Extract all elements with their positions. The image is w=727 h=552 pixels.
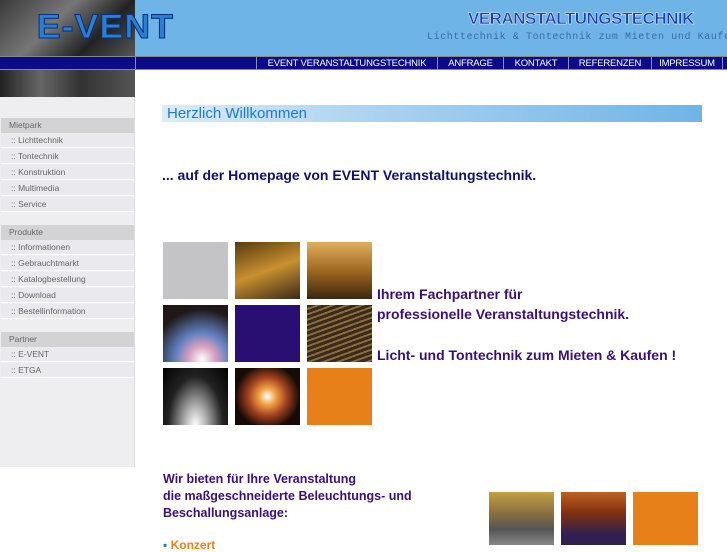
- list-item-konzert[interactable]: ▪ Konzert: [163, 538, 215, 552]
- sidebar: Mietpark :: Lichttechnik :: Tontechnik :…: [0, 97, 135, 467]
- tile-gray: [163, 242, 228, 299]
- nav-event[interactable]: EVENT VERANSTALTUNGSTECHNIK: [257, 57, 437, 70]
- tile-photo-studio: [307, 242, 372, 299]
- sidebar-item-download[interactable]: :: Download: [1, 288, 134, 303]
- welcome-heading: Herzlich Willkommen: [162, 105, 702, 122]
- tile-photo-spotlight: [163, 368, 228, 425]
- sidebar-item-e-vent[interactable]: :: E-VENT: [1, 347, 134, 362]
- sidebar-item-lichttechnik[interactable]: :: Lichttechnik: [1, 133, 134, 148]
- tile-orange: [307, 368, 372, 425]
- sidebar-item-multimedia[interactable]: :: Multimedia: [1, 181, 134, 196]
- bullet-icon: ▪: [163, 538, 171, 552]
- sidebar-item-tontechnik[interactable]: :: Tontechnik: [1, 149, 134, 164]
- tile-purple: [235, 305, 300, 362]
- partner-line-1: Ihrem Fachpartner für: [377, 286, 523, 302]
- photo-concert-stage: [489, 492, 554, 545]
- partner-line-2: professionelle Veranstaltungstechnik.: [377, 306, 630, 322]
- sidebar-item-gebrauchtmarkt[interactable]: :: Gebrauchtmarkt: [1, 256, 134, 271]
- sidebar-item-service[interactable]: :: Service: [1, 197, 134, 212]
- sidebar-item-etga[interactable]: :: ETGA: [1, 363, 134, 378]
- offer-line-2: die maßgeschneiderte Beleuchtungs- und: [163, 489, 412, 503]
- section-produkte: Produkte: [1, 225, 134, 240]
- logo[interactable]: E-VENT: [36, 8, 174, 47]
- intro-text: ... auf der Homepage von EVENT Veranstal…: [162, 167, 537, 183]
- list-item-label: Konzert: [170, 538, 216, 552]
- tile-photo-mixer: [235, 242, 300, 299]
- brand-title: VERANSTALTUNGSTECHNIK: [468, 9, 695, 28]
- offer-line-1: Wir bieten für Ihre Veranstaltung: [163, 472, 356, 486]
- sidebar-item-konstruktion[interactable]: :: Konstruktion: [1, 165, 134, 180]
- nav-anfrage[interactable]: ANFRAGE: [438, 57, 503, 70]
- tile-photo-beams: [235, 368, 300, 425]
- sidebar-item-katalogbestellung[interactable]: :: Katalogbestellung: [1, 272, 134, 287]
- nav-referenzen[interactable]: REFERENZEN: [569, 57, 651, 70]
- nav-impressum[interactable]: IMPRESSUM: [652, 57, 722, 70]
- top-nav: EVENT VERANSTALTUNGSTECHNIK ANFRAGE KONT…: [0, 56, 727, 70]
- offer-line-3: Beschallungsanlage:: [163, 506, 289, 520]
- sidebar-photo: [0, 70, 135, 97]
- tile-photo-console: [307, 305, 372, 362]
- tagline: Lichttechnik & Tontechnik zum Mieten und…: [427, 32, 727, 43]
- nav-kontakt[interactable]: KONTAKT: [504, 57, 568, 70]
- tile-orange-bottom: [633, 492, 698, 545]
- partner-line-3: Licht- und Tontechnik zum Mieten & Kaufe…: [377, 347, 677, 363]
- photo-concert-band: [561, 492, 626, 545]
- section-partner: Partner: [1, 332, 134, 347]
- tile-photo-laser: [163, 305, 228, 362]
- sidebar-item-informationen[interactable]: :: Informationen: [1, 240, 134, 255]
- section-mietpark: Mietpark: [1, 118, 134, 133]
- sidebar-item-bestellinformation[interactable]: :: Bestellinformation: [1, 304, 134, 319]
